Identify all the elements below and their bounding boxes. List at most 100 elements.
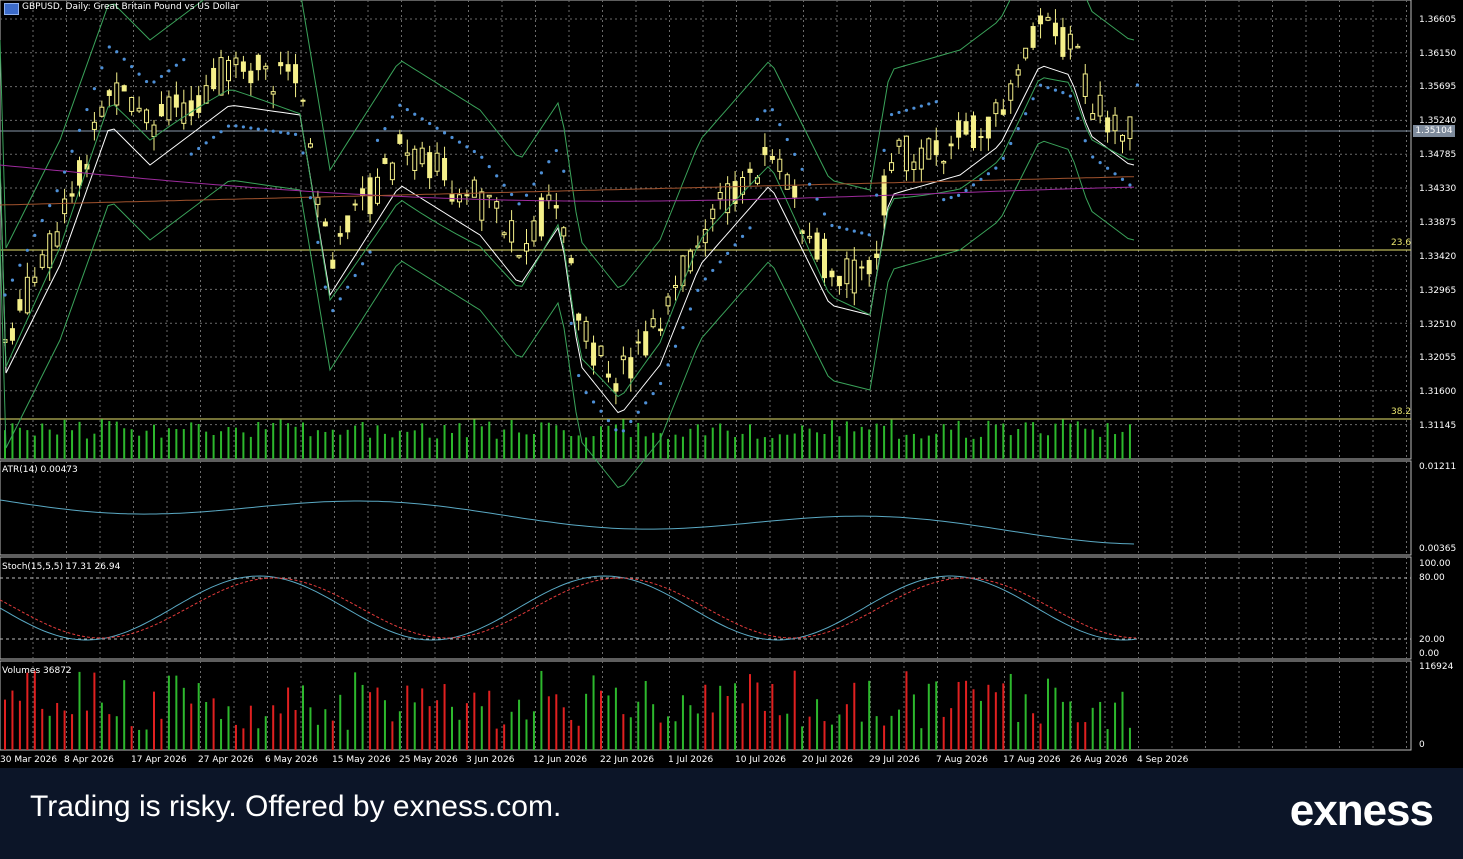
volume-bar-overlay bbox=[71, 430, 74, 459]
price-label: 1.32510 bbox=[1419, 320, 1457, 330]
volume-bar-overlay bbox=[197, 423, 200, 459]
candle-body bbox=[762, 147, 768, 156]
volume-bar-overlay bbox=[778, 434, 781, 459]
candle-body bbox=[1015, 69, 1021, 76]
parabolic-sar-dot bbox=[33, 233, 37, 237]
volume-bar bbox=[570, 719, 573, 750]
volume-bar-overlay bbox=[711, 427, 714, 459]
volume-bar-overlay bbox=[1114, 434, 1117, 459]
candle-body bbox=[389, 162, 395, 181]
stoch-signal-line bbox=[0, 577, 1137, 639]
parabolic-sar-dot bbox=[40, 218, 44, 223]
volume-bar-overlay bbox=[495, 438, 498, 459]
chart-area[interactable]: GBPUSD, Daily: Great Britain Pound vs US… bbox=[0, 0, 1463, 768]
candle-body bbox=[635, 341, 641, 344]
parabolic-sar-dot bbox=[1135, 83, 1139, 87]
parabolic-sar-dot bbox=[398, 103, 402, 107]
parabolic-sar-dot bbox=[55, 189, 59, 193]
candle-body bbox=[62, 198, 68, 215]
volume-bar bbox=[711, 712, 714, 750]
volume-bar bbox=[272, 705, 275, 750]
volume-bar bbox=[823, 721, 826, 750]
volume-bar-overlay bbox=[406, 431, 409, 459]
volume-bar-overlay bbox=[1024, 422, 1027, 459]
volume-bar bbox=[383, 700, 386, 750]
volume-bar-overlay bbox=[287, 423, 290, 459]
volume-bar-overlay bbox=[555, 425, 558, 459]
candle-body bbox=[1060, 27, 1066, 57]
candle-body bbox=[583, 320, 589, 342]
volume-bar bbox=[160, 718, 163, 750]
parabolic-sar-dot bbox=[1016, 127, 1020, 131]
volume-bar-overlay bbox=[890, 419, 893, 459]
volume-bar bbox=[868, 680, 871, 750]
candle-body bbox=[285, 64, 291, 72]
candle-body bbox=[896, 139, 902, 147]
volume-bar-overlay bbox=[927, 435, 930, 459]
parabolic-sar-dot bbox=[77, 128, 82, 132]
parabolic-sar-dot bbox=[390, 115, 394, 119]
candle-body bbox=[270, 91, 276, 95]
candle-body bbox=[673, 285, 678, 288]
candle-body bbox=[1000, 109, 1006, 115]
volume-bar-overlay bbox=[272, 422, 275, 459]
parabolic-sar-dot bbox=[502, 183, 506, 187]
date-label: 30 Mar 2026 bbox=[0, 755, 58, 765]
chart-canvas[interactable] bbox=[0, 0, 1463, 768]
volume-bar-overlay bbox=[607, 425, 610, 459]
parabolic-sar-dot bbox=[614, 428, 618, 432]
volume-bar bbox=[488, 690, 491, 750]
stoch-scale-label: 100.00 bbox=[1419, 559, 1451, 569]
parabolic-sar-dot bbox=[63, 170, 67, 174]
volume-bar bbox=[182, 687, 185, 750]
candle-body bbox=[173, 94, 179, 108]
candle-body bbox=[1023, 47, 1029, 59]
parabolic-sar-dot bbox=[733, 243, 737, 247]
candle-body bbox=[248, 70, 254, 84]
candle-body bbox=[382, 158, 388, 164]
volume-bar-overlay bbox=[629, 437, 632, 459]
parabolic-sar-dot bbox=[547, 160, 551, 164]
parabolic-sar-dot bbox=[1083, 139, 1087, 143]
atr-label: ATR(14) 0.00473 bbox=[2, 465, 78, 475]
parabolic-sar-dot bbox=[249, 126, 253, 130]
volume-bar-overlay bbox=[667, 438, 670, 459]
candle-body bbox=[337, 233, 343, 237]
volume-bar-overlay bbox=[41, 423, 44, 459]
parabolic-sar-dot bbox=[1076, 116, 1080, 120]
volume-bar bbox=[495, 728, 498, 750]
date-label: 3 Jun 2026 bbox=[466, 755, 515, 765]
date-label: 25 May 2026 bbox=[399, 755, 458, 765]
volume-bar bbox=[1024, 694, 1027, 750]
volume-bar-overlay bbox=[18, 427, 21, 459]
parabolic-sar-dot bbox=[711, 268, 715, 273]
parabolic-sar-dot bbox=[3, 293, 7, 297]
parabolic-sar-dot bbox=[346, 285, 350, 289]
volume-bar-overlay bbox=[361, 422, 364, 459]
volume-bar bbox=[100, 702, 103, 750]
candle-body bbox=[427, 152, 433, 179]
parabolic-sar-dot bbox=[472, 149, 476, 154]
candle-body bbox=[501, 232, 507, 236]
date-label: 17 Aug 2026 bbox=[1003, 755, 1061, 765]
candle-body bbox=[479, 191, 485, 221]
candle-body bbox=[352, 203, 358, 206]
parabolic-sar-dot bbox=[92, 87, 96, 91]
candle-body bbox=[315, 197, 321, 205]
candle-body bbox=[1112, 114, 1118, 132]
volume-bar-overlay bbox=[138, 435, 141, 459]
volume-bar bbox=[912, 694, 915, 750]
volume-bar bbox=[1054, 687, 1057, 750]
volume-bar-overlay bbox=[704, 435, 707, 459]
volume-bar bbox=[264, 716, 267, 750]
parabolic-sar-dot bbox=[85, 107, 89, 112]
volume-bar-overlay bbox=[78, 421, 81, 459]
volume-bar-overlay bbox=[771, 438, 774, 459]
candle-body bbox=[769, 155, 775, 160]
volume-bar bbox=[115, 716, 118, 750]
candle-body bbox=[516, 254, 522, 258]
volume-bar bbox=[778, 715, 781, 750]
volume-bar bbox=[413, 702, 416, 750]
volume-bar-overlay bbox=[525, 434, 528, 459]
candle-body bbox=[412, 148, 418, 171]
